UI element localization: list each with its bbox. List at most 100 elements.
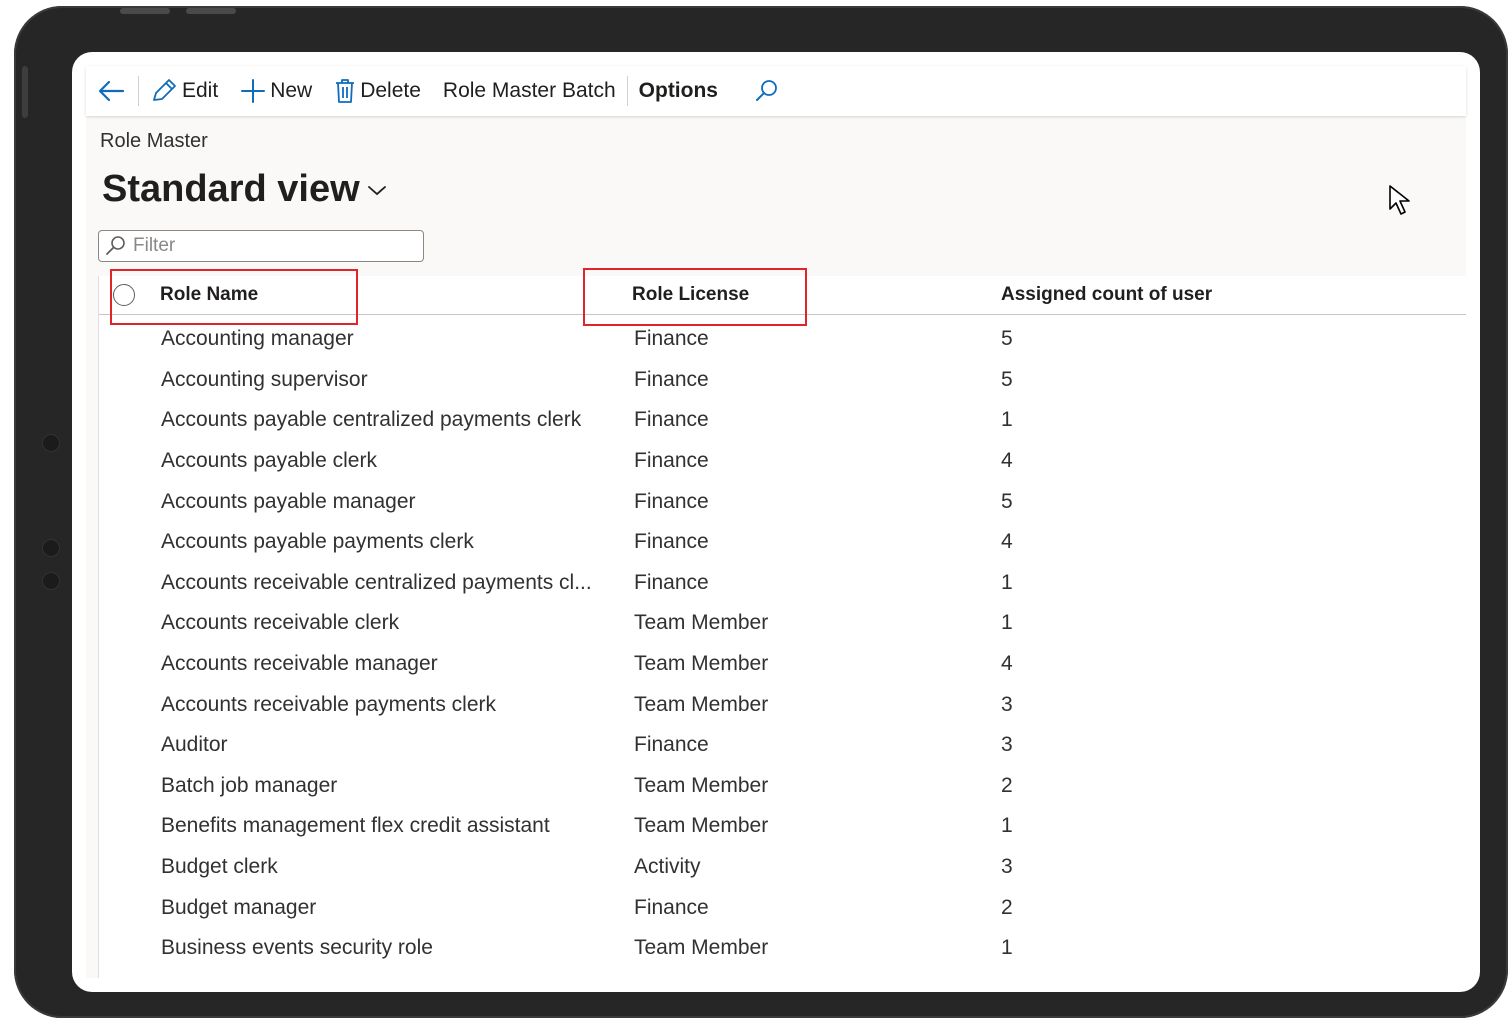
assigned-count-cell: 1 — [1001, 408, 1013, 432]
table-row[interactable]: Accounts payable manager Finance 5 — [99, 481, 1466, 522]
role-license-cell: Team Member — [634, 611, 769, 635]
view-selector[interactable]: Standard view — [102, 168, 388, 211]
table-row[interactable]: Accounts receivable centralized payments… — [99, 563, 1466, 604]
arrow-left-icon — [97, 79, 127, 103]
assigned-count-cell: 3 — [1001, 692, 1013, 716]
role-name-cell: Budget clerk — [161, 855, 278, 879]
role-license-cell: Finance — [634, 327, 709, 351]
role-license-cell: Finance — [634, 733, 709, 757]
role-name-cell: Accounts receivable manager — [161, 652, 438, 676]
table-row[interactable]: Budget clerk Activity 3 — [99, 847, 1466, 888]
assigned-count-cell: 5 — [1001, 367, 1013, 391]
assigned-count-cell: 3 — [1001, 733, 1013, 757]
select-all-radio[interactable] — [113, 284, 135, 306]
column-header-role-license[interactable]: Role License — [632, 276, 749, 314]
assigned-count-cell: 2 — [1001, 773, 1013, 797]
assigned-count-cell: 1 — [1001, 936, 1013, 960]
grid-header: Role Name Role License Assigned count of… — [99, 268, 1466, 326]
role-license-cell: Finance — [634, 489, 709, 513]
assigned-count-cell: 5 — [1001, 327, 1013, 351]
filter-input[interactable] — [133, 235, 413, 257]
assigned-count-cell: 1 — [1001, 814, 1013, 838]
role-license-cell: Activity — [634, 855, 701, 879]
role-license-cell: Finance — [634, 367, 709, 391]
role-name-cell: Accounting supervisor — [161, 367, 368, 391]
table-row[interactable]: Accounting manager Finance 5 — [99, 319, 1466, 360]
table-row[interactable]: Accounts payable centralized payments cl… — [99, 400, 1466, 441]
role-name-cell: Benefits management flex credit assistan… — [161, 814, 550, 838]
edit-button[interactable]: Edit — [139, 66, 229, 116]
tablet-screen: Edit New Delete Role Master Batch Option… — [72, 52, 1480, 992]
role-name-cell: Accounts payable manager — [161, 489, 416, 513]
device-sensor-dot — [42, 539, 60, 557]
table-row[interactable]: Accounts payable clerk Finance 4 — [99, 441, 1466, 482]
role-name-cell: Accounts receivable payments clerk — [161, 692, 496, 716]
options-tab-label: Options — [638, 79, 718, 102]
view-title: Standard view — [102, 168, 360, 210]
plus-icon — [240, 78, 266, 104]
trash-icon — [334, 78, 356, 104]
action-pane: Edit New Delete Role Master Batch Option… — [86, 66, 1466, 116]
back-button[interactable] — [86, 66, 138, 116]
role-license-cell: Finance — [634, 895, 709, 919]
role-license-cell: Finance — [634, 408, 709, 432]
device-sensor-dot — [42, 572, 60, 590]
table-row[interactable]: Accounts payable payments clerk Finance 4 — [99, 522, 1466, 563]
options-tab[interactable]: Options — [628, 66, 729, 116]
table-row[interactable]: Accounts receivable payments clerk Team M… — [99, 684, 1466, 725]
assigned-count-cell: 4 — [1001, 449, 1013, 473]
app-content: Edit New Delete Role Master Batch Option… — [86, 66, 1466, 978]
table-row[interactable]: Accounts receivable clerk Team Member 1 — [99, 603, 1466, 644]
roles-grid: Role Name Role License Assigned count of… — [98, 268, 1466, 978]
role-name-cell: Auditor — [161, 733, 228, 757]
chevron-down-icon — [366, 183, 388, 197]
role-master-batch-button[interactable]: Role Master Batch — [432, 66, 627, 116]
search-icon — [105, 235, 127, 257]
assigned-count-cell: 4 — [1001, 652, 1013, 676]
new-button[interactable]: New — [229, 66, 323, 116]
tablet-frame: Edit New Delete Role Master Batch Option… — [14, 6, 1508, 1018]
role-name-cell: Accounts receivable centralized payments… — [161, 570, 592, 594]
edit-button-label: Edit — [182, 79, 219, 102]
table-row[interactable]: Accounts receivable manager Team Member 4 — [99, 644, 1466, 685]
role-license-cell: Team Member — [634, 814, 769, 838]
role-license-cell: Team Member — [634, 936, 769, 960]
table-row[interactable]: Benefits management flex credit assistan… — [99, 806, 1466, 847]
filter-box[interactable] — [98, 230, 424, 262]
search-icon — [754, 78, 780, 104]
table-row[interactable]: Auditor Finance 3 — [99, 725, 1466, 766]
role-name-cell: Accounts payable payments clerk — [161, 530, 474, 554]
role-name-cell: Batch job manager — [161, 773, 338, 797]
assigned-count-cell: 2 — [1001, 895, 1013, 919]
role-license-cell: Team Member — [634, 652, 769, 676]
page-caption: Role Master — [100, 130, 208, 152]
role-name-cell: Business events security role — [161, 936, 433, 960]
assigned-count-cell: 1 — [1001, 570, 1013, 594]
device-top-button — [186, 8, 236, 14]
table-row[interactable]: Accounting supervisor Finance 5 — [99, 360, 1466, 401]
role-name-cell: Accounts payable centralized payments cl… — [161, 408, 582, 432]
assigned-count-cell: 3 — [1001, 855, 1013, 879]
assigned-count-cell: 1 — [1001, 611, 1013, 635]
role-license-cell: Finance — [634, 530, 709, 554]
role-name-cell: Accounts payable clerk — [161, 449, 377, 473]
assigned-count-cell: 4 — [1001, 530, 1013, 554]
role-master-batch-label: Role Master Batch — [442, 79, 616, 102]
delete-button[interactable]: Delete — [323, 66, 432, 116]
search-button[interactable] — [743, 66, 791, 116]
table-row[interactable]: Batch job manager Team Member 2 — [99, 766, 1466, 807]
role-license-cell: Finance — [634, 449, 709, 473]
role-license-cell: Team Member — [634, 692, 769, 716]
column-header-role-name[interactable]: Role Name — [160, 276, 258, 314]
role-license-cell: Team Member — [634, 773, 769, 797]
pencil-icon — [150, 78, 178, 104]
device-sensor-dot — [42, 434, 60, 452]
role-name-cell: Budget manager — [161, 895, 317, 919]
grid-body: Accounting manager Finance 5 Accounting sup… — [99, 315, 1466, 969]
table-row[interactable]: Business events security role Team Member… — [99, 928, 1466, 969]
assigned-count-cell: 5 — [1001, 489, 1013, 513]
device-top-button — [120, 8, 170, 14]
table-row[interactable]: Budget manager Finance 2 — [99, 887, 1466, 928]
column-header-assigned-count[interactable]: Assigned count of user — [1001, 276, 1212, 314]
delete-button-label: Delete — [360, 79, 421, 102]
